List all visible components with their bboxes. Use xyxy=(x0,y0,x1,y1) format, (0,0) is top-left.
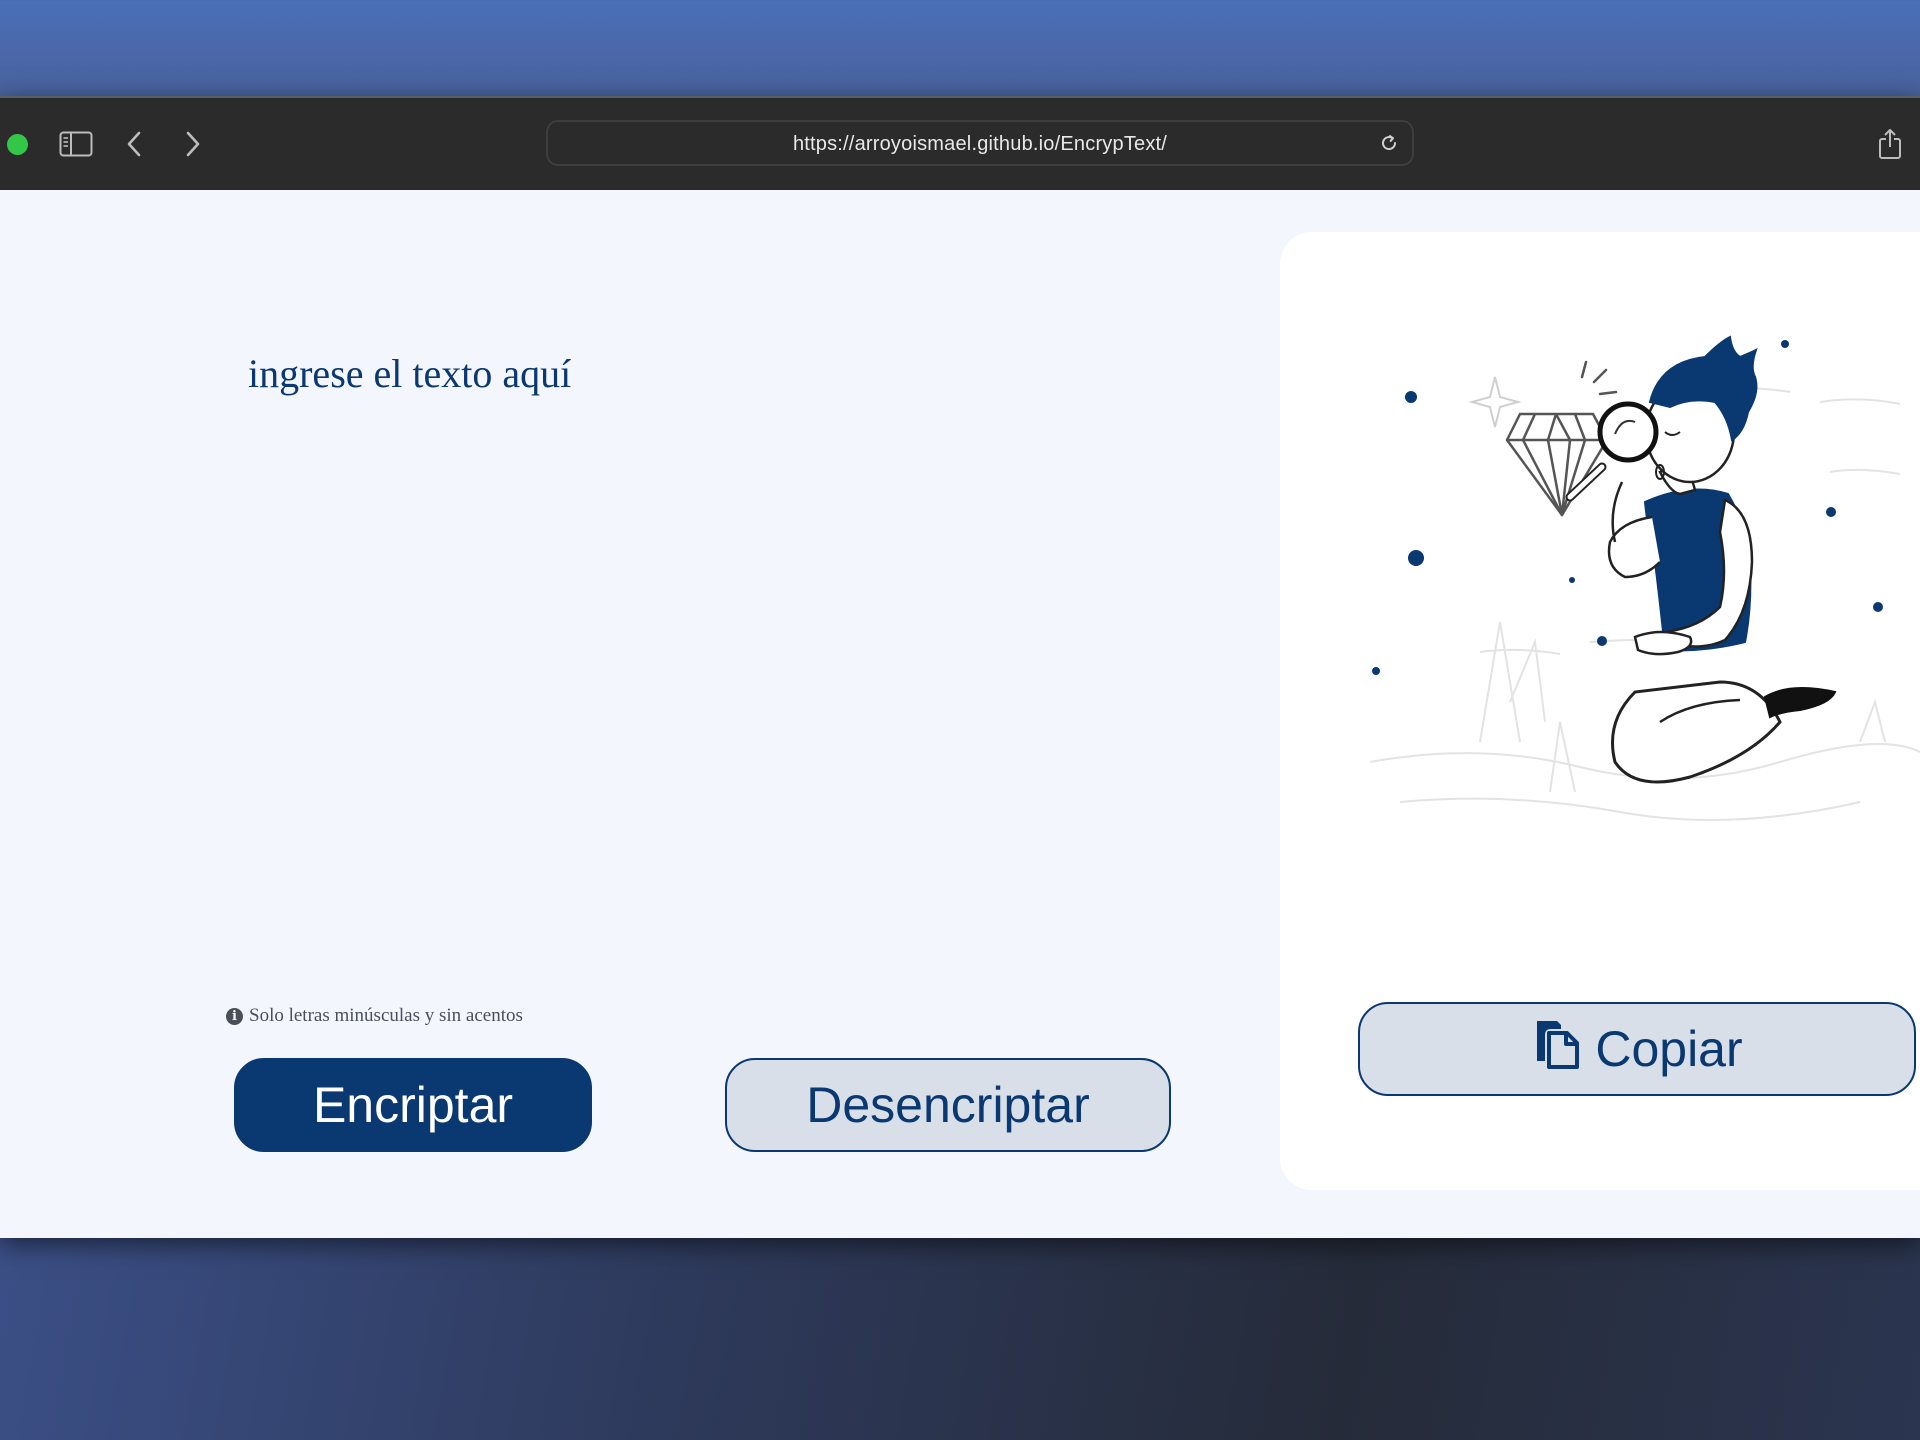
search-illustration xyxy=(1369,335,1920,821)
desktop-background xyxy=(0,1236,1920,1440)
share-icon[interactable] xyxy=(1872,126,1908,162)
encrypt-button[interactable]: Encriptar xyxy=(234,1058,592,1152)
chevron-right-icon[interactable] xyxy=(175,126,211,162)
copy-label: Copiar xyxy=(1595,1021,1743,1077)
copy-button[interactable]: Copiar xyxy=(1358,1002,1916,1096)
hint-text: Solo letras minúsculas y sin acentos xyxy=(249,1005,523,1026)
text-input[interactable] xyxy=(230,340,1130,900)
info-icon: i xyxy=(226,1007,243,1025)
url-text: https://arroyoismael.github.io/EncrypTex… xyxy=(792,133,1168,155)
reload-icon[interactable] xyxy=(1378,132,1400,154)
browser-toolbar: https://arroyoismael.github.io/EncrypTex… xyxy=(0,96,1920,190)
chevron-left-icon[interactable] xyxy=(116,126,152,162)
copy-icon xyxy=(1531,1017,1581,1081)
page-content: i Solo letras minúsculas y sin acentos E… xyxy=(0,190,1920,1238)
sidebar-icon[interactable] xyxy=(58,126,94,162)
input-hint: i Solo letras minúsculas y sin acentos xyxy=(226,1005,523,1027)
window-maximize-button[interactable] xyxy=(7,134,28,155)
decrypt-button[interactable]: Desencriptar xyxy=(725,1058,1171,1152)
address-bar[interactable]: https://arroyoismael.github.io/EncrypTex… xyxy=(546,120,1414,166)
output-panel: Copiar xyxy=(1280,232,1920,1190)
browser-window: https://arroyoismael.github.io/EncrypTex… xyxy=(0,96,1920,1238)
